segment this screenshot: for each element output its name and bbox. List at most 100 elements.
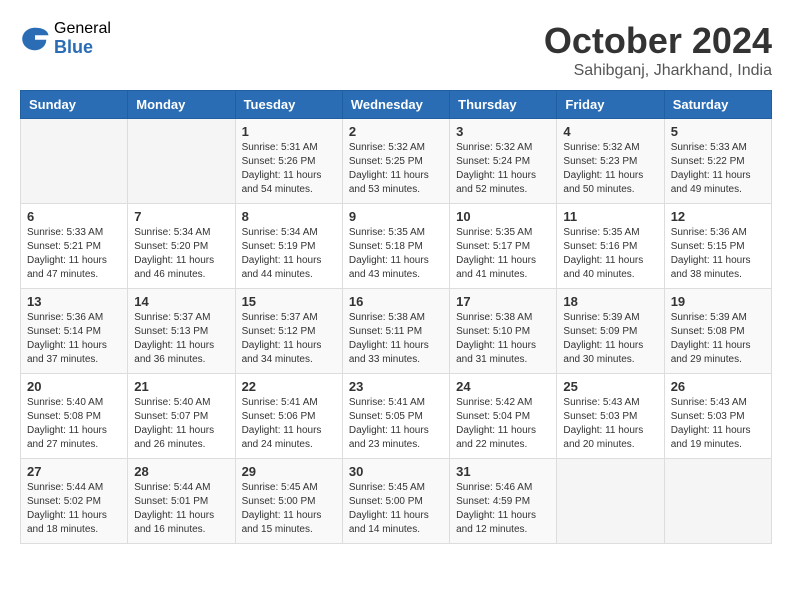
calendar-cell: 31 Sunrise: 5:46 AM Sunset: 4:59 PM Dayli… [450, 459, 557, 544]
header-thursday: Thursday [450, 91, 557, 119]
calendar-cell: 3 Sunrise: 5:32 AM Sunset: 5:24 PM Daylig… [450, 119, 557, 204]
calendar-cell: 2 Sunrise: 5:32 AM Sunset: 5:25 PM Daylig… [342, 119, 449, 204]
day-number: 16 [349, 294, 443, 309]
calendar-cell: 10 Sunrise: 5:35 AM Sunset: 5:17 PM Dayli… [450, 204, 557, 289]
calendar-cell [664, 459, 771, 544]
day-info: Sunrise: 5:37 AM Sunset: 5:12 PM Dayligh… [242, 311, 336, 367]
calendar-cell: 15 Sunrise: 5:37 AM Sunset: 5:12 PM Dayli… [235, 289, 342, 374]
day-info: Sunrise: 5:37 AM Sunset: 5:13 PM Dayligh… [134, 311, 228, 367]
calendar-cell: 21 Sunrise: 5:40 AM Sunset: 5:07 PM Dayli… [128, 374, 235, 459]
day-number: 14 [134, 294, 228, 309]
calendar-cell: 25 Sunrise: 5:43 AM Sunset: 5:03 PM Dayli… [557, 374, 664, 459]
day-number: 4 [563, 124, 657, 139]
calendar-header-row: Sunday Monday Tuesday Wednesday Thursday… [21, 91, 772, 119]
day-number: 20 [27, 379, 121, 394]
calendar-week-4: 27 Sunrise: 5:44 AM Sunset: 5:02 PM Dayli… [21, 459, 772, 544]
month-title: October 2024 [544, 20, 772, 62]
calendar-cell: 14 Sunrise: 5:37 AM Sunset: 5:13 PM Dayli… [128, 289, 235, 374]
calendar-cell [21, 119, 128, 204]
logo-icon [20, 24, 50, 54]
day-info: Sunrise: 5:32 AM Sunset: 5:24 PM Dayligh… [456, 141, 550, 197]
calendar-cell: 4Sunrise: 5:32 AM Sunset: 5:23 PM Daylig… [557, 119, 664, 204]
calendar-cell: 1 Sunrise: 5:31 AM Sunset: 5:26 PM Daylig… [235, 119, 342, 204]
day-info: Sunrise: 5:44 AM Sunset: 5:02 PM Dayligh… [27, 481, 121, 537]
day-number: 19 [671, 294, 765, 309]
day-number: 8 [242, 209, 336, 224]
day-info: Sunrise: 5:33 AM Sunset: 5:22 PM Dayligh… [671, 141, 765, 197]
calendar-cell: 18Sunrise: 5:39 AM Sunset: 5:09 PM Dayli… [557, 289, 664, 374]
logo-text: General Blue [54, 20, 111, 57]
day-number: 13 [27, 294, 121, 309]
day-number: 29 [242, 464, 336, 479]
header-sunday: Sunday [21, 91, 128, 119]
day-number: 17 [456, 294, 550, 309]
calendar-cell: 11Sunrise: 5:35 AM Sunset: 5:16 PM Dayli… [557, 204, 664, 289]
day-info: Sunrise: 5:34 AM Sunset: 5:20 PM Dayligh… [134, 226, 228, 282]
day-info: Sunrise: 5:36 AM Sunset: 5:14 PM Dayligh… [27, 311, 121, 367]
calendar-table: Sunday Monday Tuesday Wednesday Thursday… [20, 90, 772, 544]
day-info: Sunrise: 5:46 AM Sunset: 4:59 PM Dayligh… [456, 481, 550, 537]
day-number: 18 [563, 294, 657, 309]
location: Sahibganj, Jharkhand, India [544, 62, 772, 80]
day-info: Sunrise: 5:39 AM Sunset: 5:08 PM Dayligh… [671, 311, 765, 367]
logo-general: General [54, 20, 111, 38]
day-number: 3 [456, 124, 550, 139]
day-info: Sunrise: 5:35 AM Sunset: 5:16 PM Dayligh… [563, 226, 657, 282]
calendar-week-2: 13 Sunrise: 5:36 AM Sunset: 5:14 PM Dayli… [21, 289, 772, 374]
day-number: 22 [242, 379, 336, 394]
day-number: 2 [349, 124, 443, 139]
day-number: 9 [349, 209, 443, 224]
calendar-cell: 22 Sunrise: 5:41 AM Sunset: 5:06 PM Dayli… [235, 374, 342, 459]
day-info: Sunrise: 5:32 AM Sunset: 5:25 PM Dayligh… [349, 141, 443, 197]
day-info: Sunrise: 5:35 AM Sunset: 5:18 PM Dayligh… [349, 226, 443, 282]
day-info: Sunrise: 5:31 AM Sunset: 5:26 PM Dayligh… [242, 141, 336, 197]
calendar-cell: 30 Sunrise: 5:45 AM Sunset: 5:00 PM Dayli… [342, 459, 449, 544]
day-info: Sunrise: 5:38 AM Sunset: 5:10 PM Dayligh… [456, 311, 550, 367]
day-info: Sunrise: 5:41 AM Sunset: 5:05 PM Dayligh… [349, 396, 443, 452]
header-tuesday: Tuesday [235, 91, 342, 119]
day-number: 24 [456, 379, 550, 394]
day-number: 7 [134, 209, 228, 224]
day-number: 10 [456, 209, 550, 224]
day-number: 30 [349, 464, 443, 479]
day-info: Sunrise: 5:33 AM Sunset: 5:21 PM Dayligh… [27, 226, 121, 282]
day-number: 27 [27, 464, 121, 479]
calendar-cell: 16 Sunrise: 5:38 AM Sunset: 5:11 PM Dayli… [342, 289, 449, 374]
page-header: General Blue October 2024 Sahibganj, Jha… [20, 20, 772, 80]
day-info: Sunrise: 5:44 AM Sunset: 5:01 PM Dayligh… [134, 481, 228, 537]
calendar-cell: 26Sunrise: 5:43 AM Sunset: 5:03 PM Dayli… [664, 374, 771, 459]
calendar-cell: 20 Sunrise: 5:40 AM Sunset: 5:08 PM Dayli… [21, 374, 128, 459]
day-number: 25 [563, 379, 657, 394]
calendar-cell [128, 119, 235, 204]
calendar-cell: 17 Sunrise: 5:38 AM Sunset: 5:10 PM Dayli… [450, 289, 557, 374]
day-info: Sunrise: 5:40 AM Sunset: 5:08 PM Dayligh… [27, 396, 121, 452]
day-info: Sunrise: 5:38 AM Sunset: 5:11 PM Dayligh… [349, 311, 443, 367]
calendar-cell: 7 Sunrise: 5:34 AM Sunset: 5:20 PM Daylig… [128, 204, 235, 289]
logo-blue: Blue [54, 38, 111, 58]
day-number: 31 [456, 464, 550, 479]
day-info: Sunrise: 5:41 AM Sunset: 5:06 PM Dayligh… [242, 396, 336, 452]
day-number: 15 [242, 294, 336, 309]
calendar-week-3: 20 Sunrise: 5:40 AM Sunset: 5:08 PM Dayli… [21, 374, 772, 459]
calendar-week-1: 6 Sunrise: 5:33 AM Sunset: 5:21 PM Daylig… [21, 204, 772, 289]
day-number: 26 [671, 379, 765, 394]
calendar-cell: 24Sunrise: 5:42 AM Sunset: 5:04 PM Dayli… [450, 374, 557, 459]
day-number: 21 [134, 379, 228, 394]
day-info: Sunrise: 5:43 AM Sunset: 5:03 PM Dayligh… [563, 396, 657, 452]
day-number: 6 [27, 209, 121, 224]
calendar-cell: 8Sunrise: 5:34 AM Sunset: 5:19 PM Daylig… [235, 204, 342, 289]
day-info: Sunrise: 5:35 AM Sunset: 5:17 PM Dayligh… [456, 226, 550, 282]
calendar-cell: 28 Sunrise: 5:44 AM Sunset: 5:01 PM Dayli… [128, 459, 235, 544]
title-block: October 2024 Sahibganj, Jharkhand, India [544, 20, 772, 80]
day-info: Sunrise: 5:45 AM Sunset: 5:00 PM Dayligh… [349, 481, 443, 537]
calendar-cell: 9 Sunrise: 5:35 AM Sunset: 5:18 PM Daylig… [342, 204, 449, 289]
day-number: 28 [134, 464, 228, 479]
calendar-cell: 12 Sunrise: 5:36 AM Sunset: 5:15 PM Dayli… [664, 204, 771, 289]
header-wednesday: Wednesday [342, 91, 449, 119]
day-info: Sunrise: 5:36 AM Sunset: 5:15 PM Dayligh… [671, 226, 765, 282]
day-number: 12 [671, 209, 765, 224]
calendar-cell: 13 Sunrise: 5:36 AM Sunset: 5:14 PM Dayli… [21, 289, 128, 374]
calendar-cell [557, 459, 664, 544]
day-info: Sunrise: 5:40 AM Sunset: 5:07 PM Dayligh… [134, 396, 228, 452]
day-number: 1 [242, 124, 336, 139]
